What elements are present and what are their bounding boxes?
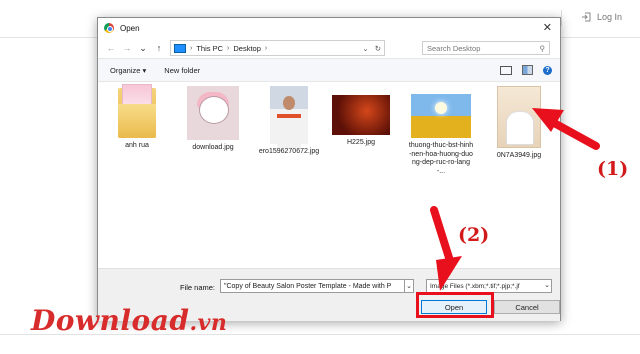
file-name: download.jpg (192, 144, 234, 151)
login-icon (581, 12, 591, 22)
breadcrumb-separator-icon: › (264, 44, 268, 52)
file-name: anh rua (125, 142, 149, 149)
address-bar[interactable]: › This PC › Desktop › ⌄ ↻ (170, 40, 385, 56)
file-name: thuong-thuc-bst-hinh-nen-hoa-huong-duong… (408, 142, 474, 175)
breadcrumb-this-pc[interactable]: This PC (196, 44, 223, 53)
image-thumbnail (187, 86, 239, 140)
help-icon[interactable]: ? (543, 65, 552, 75)
search-placeholder: Search Desktop (427, 43, 481, 53)
forward-arrow-icon[interactable]: → (122, 43, 132, 53)
navigation-bar: ← → ⌄ ↑ › This PC › Desktop › ⌄ ↻ Search… (98, 38, 560, 58)
file-item[interactable]: ero1596270672.jpg (256, 86, 322, 157)
organize-menu[interactable]: Organize ▾ (110, 66, 146, 75)
search-box[interactable]: Search Desktop ⚲ (422, 41, 550, 55)
dialog-title: Open (120, 23, 140, 33)
image-thumbnail (411, 94, 471, 138)
step-2-label: (2) (458, 224, 490, 246)
back-arrow-icon[interactable]: ← (106, 43, 116, 53)
address-dropdown-icon[interactable]: ⌄ (362, 44, 368, 53)
recent-locations-chevron-icon[interactable]: ⌄ (138, 43, 148, 54)
refresh-icon[interactable]: ↻ (375, 44, 381, 53)
file-name-label: File name: (180, 283, 216, 292)
file-item[interactable]: thuong-thuc-bst-hinh-nen-hoa-huong-duong… (408, 86, 474, 176)
breadcrumb-desktop[interactable]: Desktop (233, 44, 261, 53)
image-thumbnail (497, 86, 541, 148)
up-arrow-icon[interactable]: ↑ (154, 43, 164, 53)
open-button-highlight (416, 292, 494, 318)
dialog-toolbar: Organize ▾ New folder ? (98, 58, 560, 82)
file-item[interactable]: anh rua (104, 84, 170, 151)
login-label: Log In (596, 12, 622, 22)
folder-icon (118, 84, 156, 138)
chrome-icon (104, 23, 114, 33)
watermark-tld: .vn (189, 310, 228, 336)
cancel-button[interactable]: Cancel (494, 300, 560, 314)
this-pc-icon (174, 43, 186, 53)
image-thumbnail (270, 86, 308, 148)
download-vn-watermark: Download.vn (31, 304, 227, 337)
image-thumbnail (332, 95, 390, 135)
file-name: H225.jpg (346, 139, 376, 146)
file-item[interactable]: 0N7A3949.jpg (486, 86, 552, 161)
step-1-label: (1) (597, 158, 629, 180)
file-type-chevron-icon[interactable]: ⌄ (542, 279, 552, 293)
file-item[interactable]: download.jpg (180, 86, 246, 153)
search-icon: ⚲ (539, 43, 546, 53)
file-name: 0N7A3949.jpg (496, 152, 542, 159)
preview-pane-icon[interactable] (522, 65, 533, 75)
change-view-icon[interactable] (500, 65, 512, 75)
login-link[interactable]: Log In (581, 12, 622, 22)
new-folder-button[interactable]: New folder (164, 66, 200, 75)
open-file-dialog: Open ✕ ← → ⌄ ↑ › This PC › Desktop › ⌄ ↻… (97, 17, 561, 321)
dialog-titlebar[interactable]: Open ✕ (98, 18, 560, 38)
breadcrumb-separator-icon: › (190, 44, 193, 52)
file-name: ero1596270672.jpg (258, 148, 320, 155)
header-divider (561, 10, 562, 26)
file-type-select[interactable]: Image Files (*.xbm;*.tif;*.pjp;*.jf (426, 279, 552, 293)
file-name-input[interactable]: "Copy of Beauty Salon Poster Template - … (220, 279, 412, 293)
watermark-main: Download (31, 304, 190, 337)
file-name-dropdown-icon[interactable]: ⌄ (404, 279, 414, 293)
file-item[interactable]: H225.jpg (328, 86, 394, 148)
close-icon[interactable]: ✕ (543, 21, 552, 34)
breadcrumb-separator-icon: › (227, 44, 230, 52)
